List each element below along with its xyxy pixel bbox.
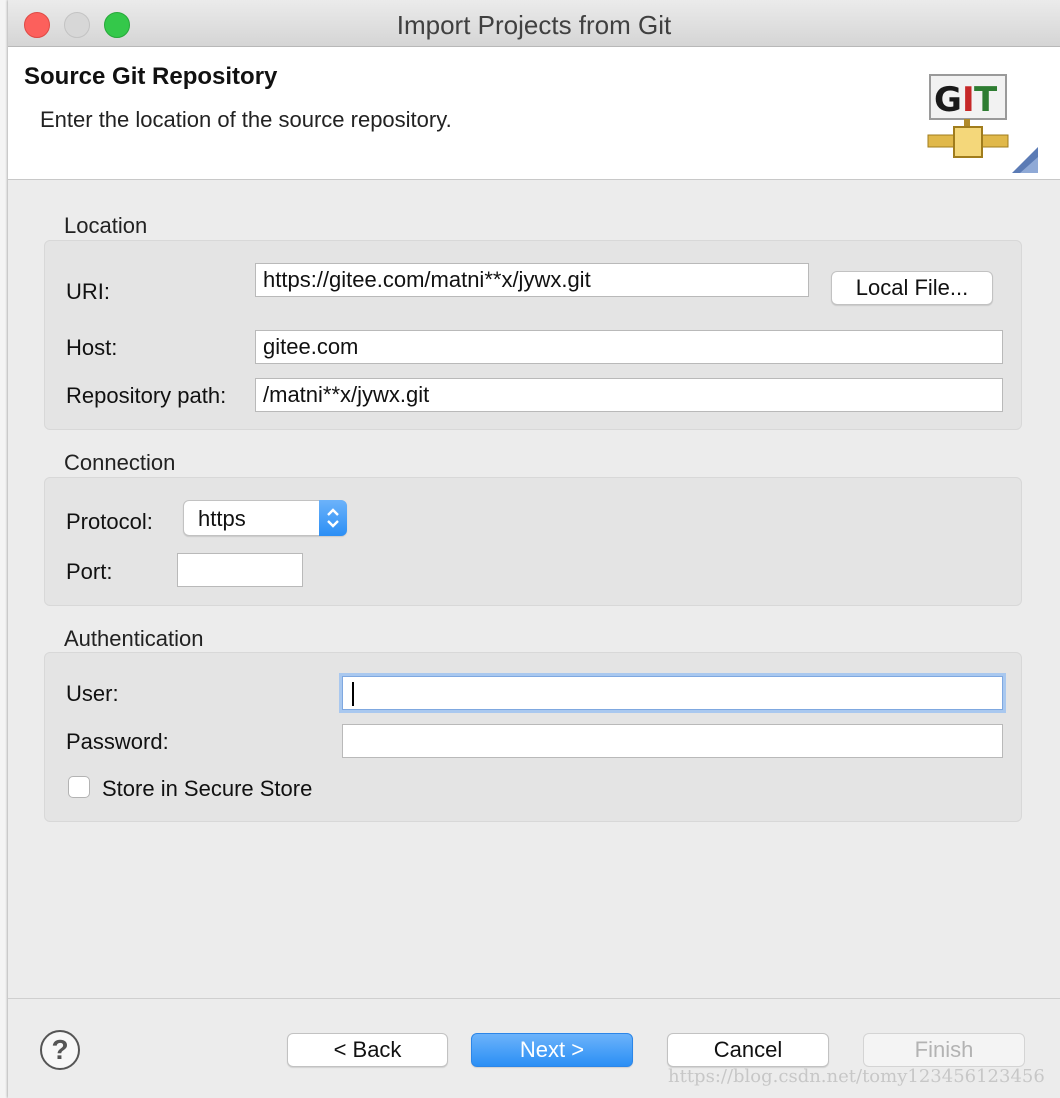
- uri-input[interactable]: https://gitee.com/matni**x/jywx.git: [255, 263, 809, 297]
- password-label: Password:: [66, 729, 169, 754]
- watermark-text: https://blog.csdn.net/tomy123456123456: [668, 1066, 1045, 1087]
- help-icon[interactable]: ?: [40, 1030, 80, 1070]
- store-secure-checkbox[interactable]: [68, 776, 90, 798]
- window-title: Import Projects from Git: [396, 10, 672, 40]
- port-label: Port:: [66, 559, 113, 584]
- protocol-select-value: https: [198, 506, 246, 531]
- authentication-section-label: Authentication: [64, 626, 204, 651]
- connection-section-label: Connection: [64, 450, 176, 475]
- repository-path-input[interactable]: /matni**x/jywx.git: [255, 378, 1003, 412]
- repository-path-label: Repository path:: [66, 383, 227, 408]
- svg-text:G: G: [934, 80, 962, 120]
- store-secure-label[interactable]: Store in Secure Store: [102, 776, 312, 802]
- next-button[interactable]: Next >: [471, 1033, 633, 1067]
- user-label: User:: [66, 681, 119, 706]
- cancel-button[interactable]: Cancel: [667, 1033, 829, 1067]
- import-dialog: Import Projects from Git Source Git Repo…: [8, 0, 1060, 1098]
- host-input[interactable]: gitee.com: [255, 330, 1003, 364]
- protocol-select[interactable]: https: [183, 500, 347, 536]
- uri-label: URI:: [66, 279, 110, 304]
- git-pipe-icon: G I T: [927, 74, 1038, 173]
- page-title: Source Git Repository: [24, 63, 278, 90]
- host-label: Host:: [66, 335, 118, 360]
- text-caret: [352, 682, 354, 706]
- local-file-button[interactable]: Local File...: [831, 271, 993, 305]
- svg-text:T: T: [974, 80, 998, 120]
- password-input[interactable]: [342, 724, 1003, 758]
- page-subtitle: Enter the location of the source reposit…: [40, 107, 452, 132]
- user-input[interactable]: [342, 676, 1003, 710]
- title-bar: Import Projects from Git: [8, 0, 1060, 47]
- svg-text:I: I: [962, 80, 975, 120]
- finish-button[interactable]: Finish: [863, 1033, 1025, 1067]
- location-section-label: Location: [64, 213, 148, 238]
- footer-divider: [8, 998, 1060, 999]
- port-input[interactable]: [177, 553, 303, 587]
- wizard-banner: Source Git Repository Enter the location…: [8, 47, 1060, 180]
- back-button[interactable]: < Back: [287, 1033, 448, 1067]
- chevron-up-down-icon: [319, 500, 347, 536]
- protocol-label: Protocol:: [66, 509, 153, 534]
